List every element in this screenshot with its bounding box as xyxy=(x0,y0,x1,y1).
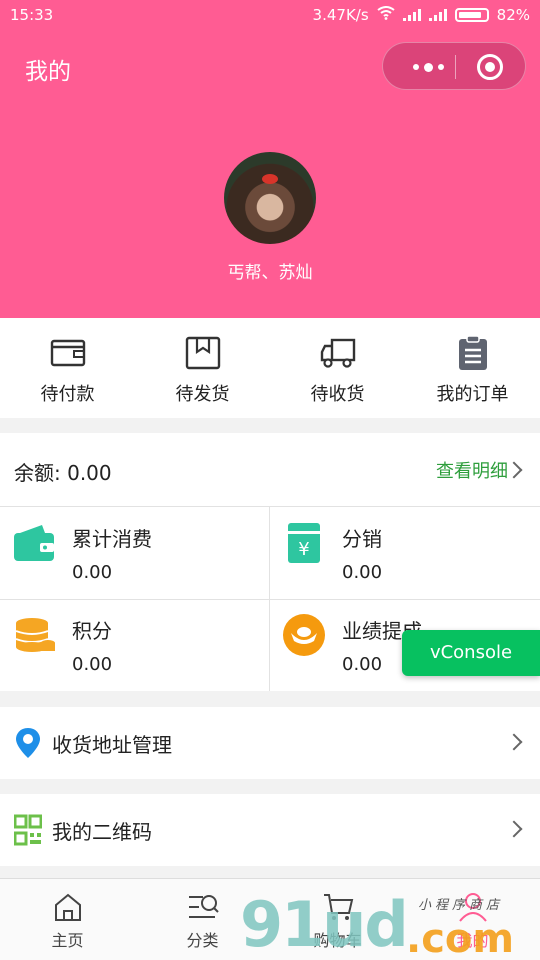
order-label: 待付款 xyxy=(40,384,95,405)
avatar[interactable] xyxy=(224,152,316,244)
svg-text:¥: ¥ xyxy=(298,539,309,560)
cart-icon xyxy=(323,894,353,920)
coins-icon xyxy=(15,618,55,652)
view-details-link[interactable]: 查看明细 xyxy=(436,457,508,483)
mini-program-capsule xyxy=(382,42,526,90)
tab-label: 主页 xyxy=(51,931,84,950)
box-icon xyxy=(185,336,220,370)
address-management-row[interactable]: 收货地址管理 xyxy=(0,707,540,779)
tab-home[interactable]: 主页 xyxy=(0,879,135,960)
chevron-right-icon xyxy=(505,461,523,479)
order-all[interactable]: 我的订单 xyxy=(405,318,540,418)
page-title: 我的 xyxy=(25,59,71,85)
chevron-right-icon xyxy=(505,733,523,751)
tab-label: 我的 xyxy=(456,931,489,950)
order-pending-ship[interactable]: 待发货 xyxy=(135,318,270,418)
stat-points[interactable]: 积分 0.00 xyxy=(0,599,270,691)
stat-distribution[interactable]: ¥ 分销 0.00 xyxy=(270,507,540,599)
order-shortcuts: 待付款 待发货 待收货 我的订单 xyxy=(0,318,540,418)
stats-divider xyxy=(0,599,540,600)
stat-value: 0.00 xyxy=(342,562,383,583)
wifi-icon xyxy=(377,6,395,24)
tab-mine[interactable]: 我的 xyxy=(405,879,540,960)
order-pending-receive[interactable]: 待收货 xyxy=(270,318,405,418)
wallet-icon xyxy=(50,339,85,367)
yuan-card-icon: ¥ xyxy=(288,523,320,563)
tab-label: 分类 xyxy=(186,931,219,950)
truck-icon xyxy=(320,338,355,368)
signal-icon xyxy=(402,9,421,21)
home-icon xyxy=(54,893,81,921)
status-right: 3.47K/s 82% xyxy=(313,6,530,24)
status-time: 15:33 xyxy=(10,6,54,24)
tab-bar: 主页 分类 购物车 我的 xyxy=(0,878,540,960)
chevron-right-icon xyxy=(505,820,523,838)
stat-name: 积分 xyxy=(72,619,112,643)
wallet-green-icon xyxy=(14,525,54,561)
profile-header: 我的 丐帮、苏灿 xyxy=(0,32,540,318)
user-icon xyxy=(458,893,487,922)
location-pin-icon xyxy=(16,728,40,758)
tab-cart[interactable]: 购物车 xyxy=(270,879,405,960)
qrcode-label: 我的二维码 xyxy=(52,820,152,844)
clipboard-icon xyxy=(458,336,487,370)
battery-icon xyxy=(454,8,489,22)
signal-icon xyxy=(428,9,447,21)
qrcode-icon xyxy=(14,814,42,846)
stat-value: 0.00 xyxy=(342,654,383,675)
stat-name: 累计消费 xyxy=(72,527,152,551)
battery-percent: 82% xyxy=(496,6,530,24)
more-icon[interactable] xyxy=(403,43,453,91)
tab-label: 购物车 xyxy=(313,931,362,950)
order-label: 待发货 xyxy=(175,384,230,405)
stat-value: 0.00 xyxy=(72,562,113,583)
order-pending-payment[interactable]: 待付款 xyxy=(0,318,135,418)
balance-row: 余额: 0.00 查看明细 xyxy=(0,433,540,507)
balance-label: 余额: 0.00 xyxy=(14,461,112,485)
stat-name: 分销 xyxy=(342,527,382,551)
address-label: 收货地址管理 xyxy=(52,733,172,757)
vconsole-button[interactable]: vConsole xyxy=(402,630,540,676)
stat-total-consumption[interactable]: 累计消费 0.00 xyxy=(0,507,270,599)
close-target-icon[interactable] xyxy=(477,54,503,80)
user-name: 丐帮、苏灿 xyxy=(227,263,313,283)
tab-category[interactable]: 分类 xyxy=(135,879,270,960)
order-label: 待收货 xyxy=(310,384,365,405)
ingot-icon xyxy=(283,614,325,656)
category-search-icon xyxy=(188,895,219,918)
capsule-divider xyxy=(455,55,456,79)
my-qrcode-row[interactable]: 我的二维码 xyxy=(0,794,540,866)
order-label: 我的订单 xyxy=(436,384,509,405)
network-speed: 3.47K/s xyxy=(312,6,369,24)
status-bar: 15:33 3.47K/s 82% xyxy=(0,0,540,32)
stat-value: 0.00 xyxy=(72,654,113,675)
